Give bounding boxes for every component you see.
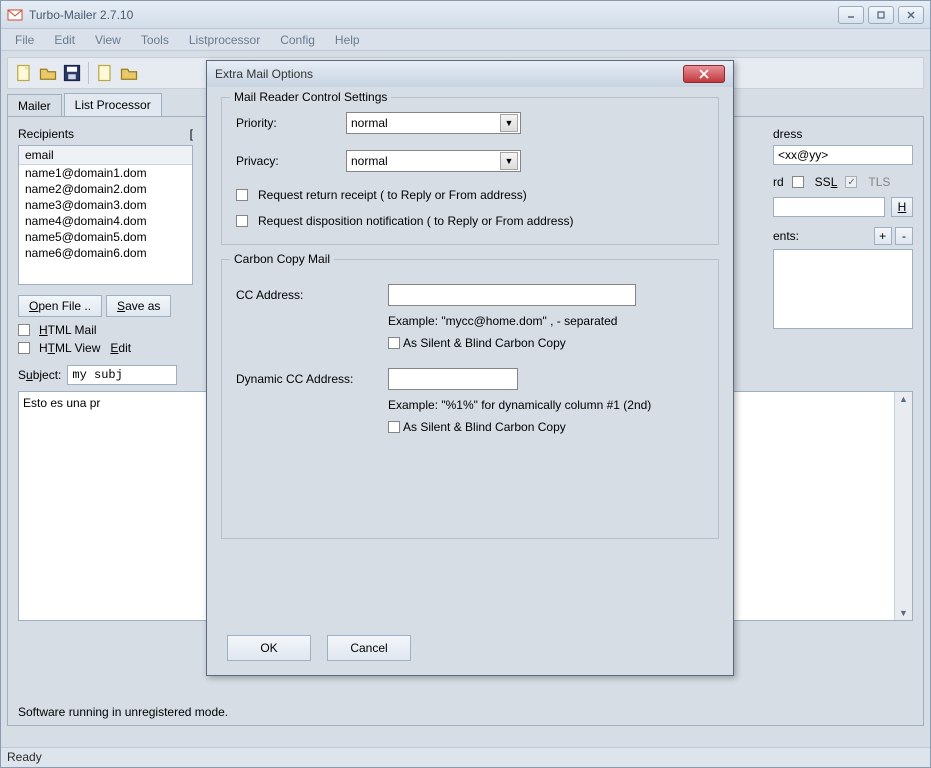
scroll-up-icon[interactable]: ▲ xyxy=(897,392,910,406)
open2-icon[interactable] xyxy=(119,63,139,83)
window-title: Turbo-Mailer 2.7.10 xyxy=(29,8,838,22)
request-disposition-checkbox[interactable] xyxy=(236,215,248,227)
ssl-checkbox[interactable] xyxy=(792,176,804,188)
email-row[interactable]: name2@domain2.dom xyxy=(19,181,192,197)
dynamic-cc-label: Dynamic CC Address: xyxy=(236,372,388,386)
cc-hint: Example: "mycc@home.dom" , - separated xyxy=(388,314,704,328)
email-row[interactable]: name1@domain1.dom xyxy=(19,165,192,181)
mail-reader-settings-group: Mail Reader Control Settings Priority: n… xyxy=(221,97,719,245)
email-row[interactable]: name6@domain6.dom xyxy=(19,245,192,261)
html-mail-checkbox[interactable] xyxy=(18,324,30,336)
email-row[interactable]: name4@domain4.dom xyxy=(19,213,192,229)
ssl-label: SSL xyxy=(815,175,838,189)
privacy-value: normal xyxy=(351,154,388,168)
menu-view[interactable]: View xyxy=(85,31,131,49)
bracket: [ xyxy=(190,127,193,141)
scroll-down-icon[interactable]: ▼ xyxy=(897,606,910,620)
request-receipt-label: Request return receipt ( to Reply or Fro… xyxy=(258,188,527,202)
html-view-label: HTML View xyxy=(39,341,100,355)
window-controls xyxy=(838,6,924,24)
address-input[interactable]: <xx@yy> xyxy=(773,145,913,165)
attachments-label: ents: xyxy=(773,229,799,243)
minimize-button[interactable] xyxy=(838,6,864,24)
titlebar: Turbo-Mailer 2.7.10 xyxy=(1,1,930,29)
request-disposition-label: Request disposition notification ( to Re… xyxy=(258,214,573,228)
menubar: File Edit View Tools Listprocessor Confi… xyxy=(1,29,930,51)
chevron-down-icon[interactable]: ▼ xyxy=(500,114,518,132)
subject-label: Subject: xyxy=(18,368,61,382)
close-button[interactable] xyxy=(898,6,924,24)
address-label: dress xyxy=(773,127,913,141)
dynamic-cc-input[interactable] xyxy=(388,368,518,390)
menu-config[interactable]: Config xyxy=(270,31,325,49)
privacy-combo[interactable]: normal ▼ xyxy=(346,150,521,172)
menu-listprocessor[interactable]: Listprocessor xyxy=(179,31,270,49)
cc-silent-checkbox[interactable] xyxy=(388,337,400,349)
new-icon[interactable] xyxy=(14,63,34,83)
tls-label: TLS xyxy=(868,175,890,189)
request-receipt-checkbox[interactable] xyxy=(236,189,248,201)
unregistered-notice: Software running in unregistered mode. xyxy=(18,705,228,719)
save-icon[interactable] xyxy=(62,63,82,83)
maximize-button[interactable] xyxy=(868,6,894,24)
dialog-title: Extra Mail Options xyxy=(215,67,683,81)
dialog-body: Mail Reader Control Settings Priority: n… xyxy=(207,87,733,563)
menu-edit[interactable]: Edit xyxy=(44,31,85,49)
menu-file[interactable]: File xyxy=(5,31,44,49)
cancel-button[interactable]: Cancel xyxy=(327,635,411,661)
app-icon xyxy=(7,7,23,23)
attachments-list[interactable] xyxy=(773,249,913,329)
h-button[interactable]: H xyxy=(891,197,913,217)
statusbar: Ready xyxy=(1,747,930,767)
subject-input[interactable] xyxy=(67,365,177,385)
body-scrollbar[interactable]: ▲ ▼ xyxy=(894,392,912,620)
priority-label: Priority: xyxy=(236,116,346,130)
edit-link[interactable]: Edit xyxy=(110,341,131,355)
field-input[interactable] xyxy=(773,197,885,217)
tls-checkbox xyxy=(845,176,857,188)
dialog-titlebar: Extra Mail Options xyxy=(207,61,733,87)
dialog-buttons: OK Cancel xyxy=(227,635,411,661)
cc-silent-label: As Silent & Blind Carbon Copy xyxy=(403,336,566,350)
new2-icon[interactable] xyxy=(95,63,115,83)
menu-tools[interactable]: Tools xyxy=(131,31,179,49)
priority-value: normal xyxy=(351,116,388,130)
dynamic-cc-silent-label: As Silent & Blind Carbon Copy xyxy=(403,420,566,434)
chevron-down-icon[interactable]: ▼ xyxy=(500,152,518,170)
tab-mailer[interactable]: Mailer xyxy=(7,94,62,117)
privacy-label: Privacy: xyxy=(236,154,346,168)
rd-label: rd xyxy=(773,175,784,189)
open-file-button[interactable]: Open File .. xyxy=(18,295,102,317)
ok-button[interactable]: OK xyxy=(227,635,311,661)
dialog-close-button[interactable] xyxy=(683,65,725,83)
email-column-header[interactable]: email xyxy=(19,146,192,165)
body-text: Esto es una pr xyxy=(23,396,100,410)
status-text: Ready xyxy=(7,750,42,764)
email-row[interactable]: name3@domain3.dom xyxy=(19,197,192,213)
dynamic-cc-silent-checkbox[interactable] xyxy=(388,421,400,433)
tab-listprocessor[interactable]: List Processor xyxy=(64,93,162,116)
cc-address-label: CC Address: xyxy=(236,288,388,302)
extra-mail-options-dialog: Extra Mail Options Mail Reader Control S… xyxy=(206,60,734,676)
carbon-copy-group: Carbon Copy Mail CC Address: Example: "m… xyxy=(221,259,719,539)
recipients-label: Recipients xyxy=(18,127,74,141)
open-icon[interactable] xyxy=(38,63,58,83)
menu-help[interactable]: Help xyxy=(325,31,370,49)
group1-legend: Mail Reader Control Settings xyxy=(230,90,391,104)
html-mail-label: HTML Mail xyxy=(39,323,97,337)
priority-combo[interactable]: normal ▼ xyxy=(346,112,521,134)
cc-address-input[interactable] xyxy=(388,284,636,306)
right-panel: dress <xx@yy> rd SSL TLS H ents: + xyxy=(773,127,913,329)
dynamic-cc-hint: Example: "%1%" for dynamically column #1… xyxy=(388,398,704,412)
save-as-button[interactable]: Save as xyxy=(106,295,171,317)
email-row[interactable]: name5@domain5.dom xyxy=(19,229,192,245)
email-list[interactable]: email name1@domain1.dom name2@domain2.do… xyxy=(18,145,193,285)
group2-legend: Carbon Copy Mail xyxy=(230,252,334,266)
remove-attachment-button[interactable]: - xyxy=(895,227,913,245)
html-view-checkbox[interactable] xyxy=(18,342,30,354)
add-attachment-button[interactable]: + xyxy=(874,227,892,245)
